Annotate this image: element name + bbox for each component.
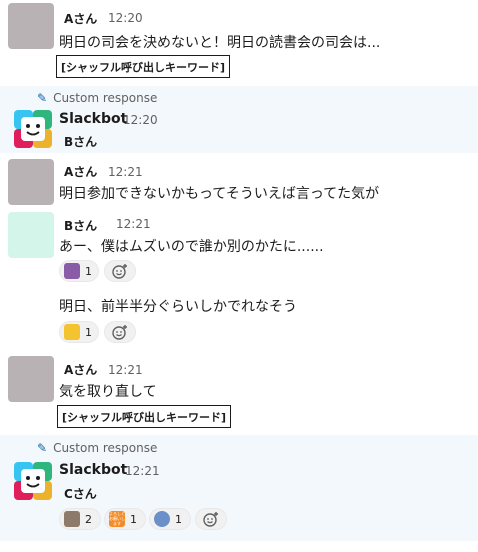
slackbot-logo-icon[interactable]: [14, 462, 52, 500]
add-reaction-icon: [112, 325, 127, 340]
reaction-count: 1: [85, 264, 92, 278]
message-2: ✎ Custom response Slackbot 12:20 Bさん: [0, 86, 478, 153]
add-reaction-button[interactable]: [195, 508, 227, 530]
reaction-count: 1: [175, 512, 182, 526]
add-reaction-button[interactable]: [104, 260, 136, 282]
message-text: Cさん: [64, 487, 97, 501]
slackbot-logo-icon[interactable]: [14, 110, 52, 148]
custom-response-text: Custom response: [53, 91, 158, 105]
avatar[interactable]: [8, 356, 54, 402]
message-text: 気を取り直して: [59, 384, 157, 400]
reaction-button[interactable]: 1: [59, 260, 99, 282]
reaction-count: 1: [85, 325, 92, 339]
person-emoji-icon: [154, 511, 170, 527]
sender-name[interactable]: Aさん: [64, 163, 97, 180]
timestamp[interactable]: 12:20: [108, 11, 143, 25]
reaction-button[interactable]: 1: [149, 508, 191, 530]
timestamp[interactable]: 12:21: [125, 464, 160, 478]
sender-name[interactable]: Aさん: [64, 10, 97, 27]
message-text: Bさん: [64, 135, 98, 149]
reaction-button[interactable]: 1: [59, 321, 99, 343]
timestamp[interactable]: 12:20: [123, 113, 158, 127]
message-text: あー、僕はムズいので誰か別のかたに......: [59, 239, 324, 255]
avatar[interactable]: [8, 212, 54, 258]
message-text: 明日の司会を決めないと！明日の読書会の司会は...: [59, 35, 381, 51]
keyword-tag: [シャッフル呼び出しキーワード]: [57, 405, 232, 428]
reaction-button[interactable]: よろしくお願いします 1: [104, 508, 146, 530]
message-text: 明日参加できないかもってそういえば言ってた気が: [59, 186, 380, 202]
custom-response-text: Custom response: [53, 441, 158, 455]
message-6: Aさん 12:21 気を取り直して [シャッフル呼び出しキーワード]: [0, 351, 478, 435]
avatar[interactable]: [8, 3, 54, 49]
woman-emoji-icon: [64, 263, 80, 279]
message-4: Bさん 12:21 あー、僕はムズいので誰か別のかたに...... 1: [0, 209, 478, 289]
message-1: Aさん 12:20 明日の司会を決めないと！明日の読書会の司会は... [シャッ…: [0, 0, 478, 84]
bot-name[interactable]: Slackbot: [59, 111, 127, 127]
pencil-icon: ✎: [37, 91, 48, 105]
message-7: ✎ Custom response Slackbot 12:21 Cさん 2 よろ…: [0, 435, 478, 541]
message-3: Aさん 12:21 明日参加できないかもってそういえば言ってた気が: [0, 153, 478, 209]
sender-name[interactable]: Bさん: [64, 217, 97, 234]
pencil-icon: ✎: [37, 441, 48, 455]
reaction-count: 1: [130, 512, 137, 526]
add-reaction-icon: [203, 512, 218, 527]
reaction-button[interactable]: 2: [59, 508, 101, 530]
cat-emoji-icon: [64, 511, 80, 527]
sender-name[interactable]: Aさん: [64, 361, 97, 378]
keyword-tag: [シャッフル呼び出しキーワード]: [56, 55, 231, 78]
add-reaction-icon: [112, 264, 127, 279]
timestamp[interactable]: 12:21: [108, 165, 143, 179]
yoroshiku-emoji-text: よろしくお願いします: [109, 511, 125, 526]
yoroshiku-emoji-icon: よろしくお願いします: [109, 511, 125, 527]
person-raising-hand-emoji-icon: [64, 324, 80, 340]
bot-name[interactable]: Slackbot: [59, 462, 127, 478]
add-reaction-button[interactable]: [104, 321, 136, 343]
avatar[interactable]: [8, 159, 54, 205]
timestamp[interactable]: 12:21: [116, 217, 151, 231]
message-5: 明日、前半半分ぐらいしかでれなそう 1: [0, 289, 478, 351]
message-text: 明日、前半半分ぐらいしかでれなそう: [59, 299, 297, 315]
timestamp[interactable]: 12:21: [108, 363, 143, 377]
custom-response-label: ✎ Custom response: [37, 441, 157, 455]
reaction-count: 2: [85, 512, 92, 526]
custom-response-label: ✎ Custom response: [37, 91, 157, 105]
